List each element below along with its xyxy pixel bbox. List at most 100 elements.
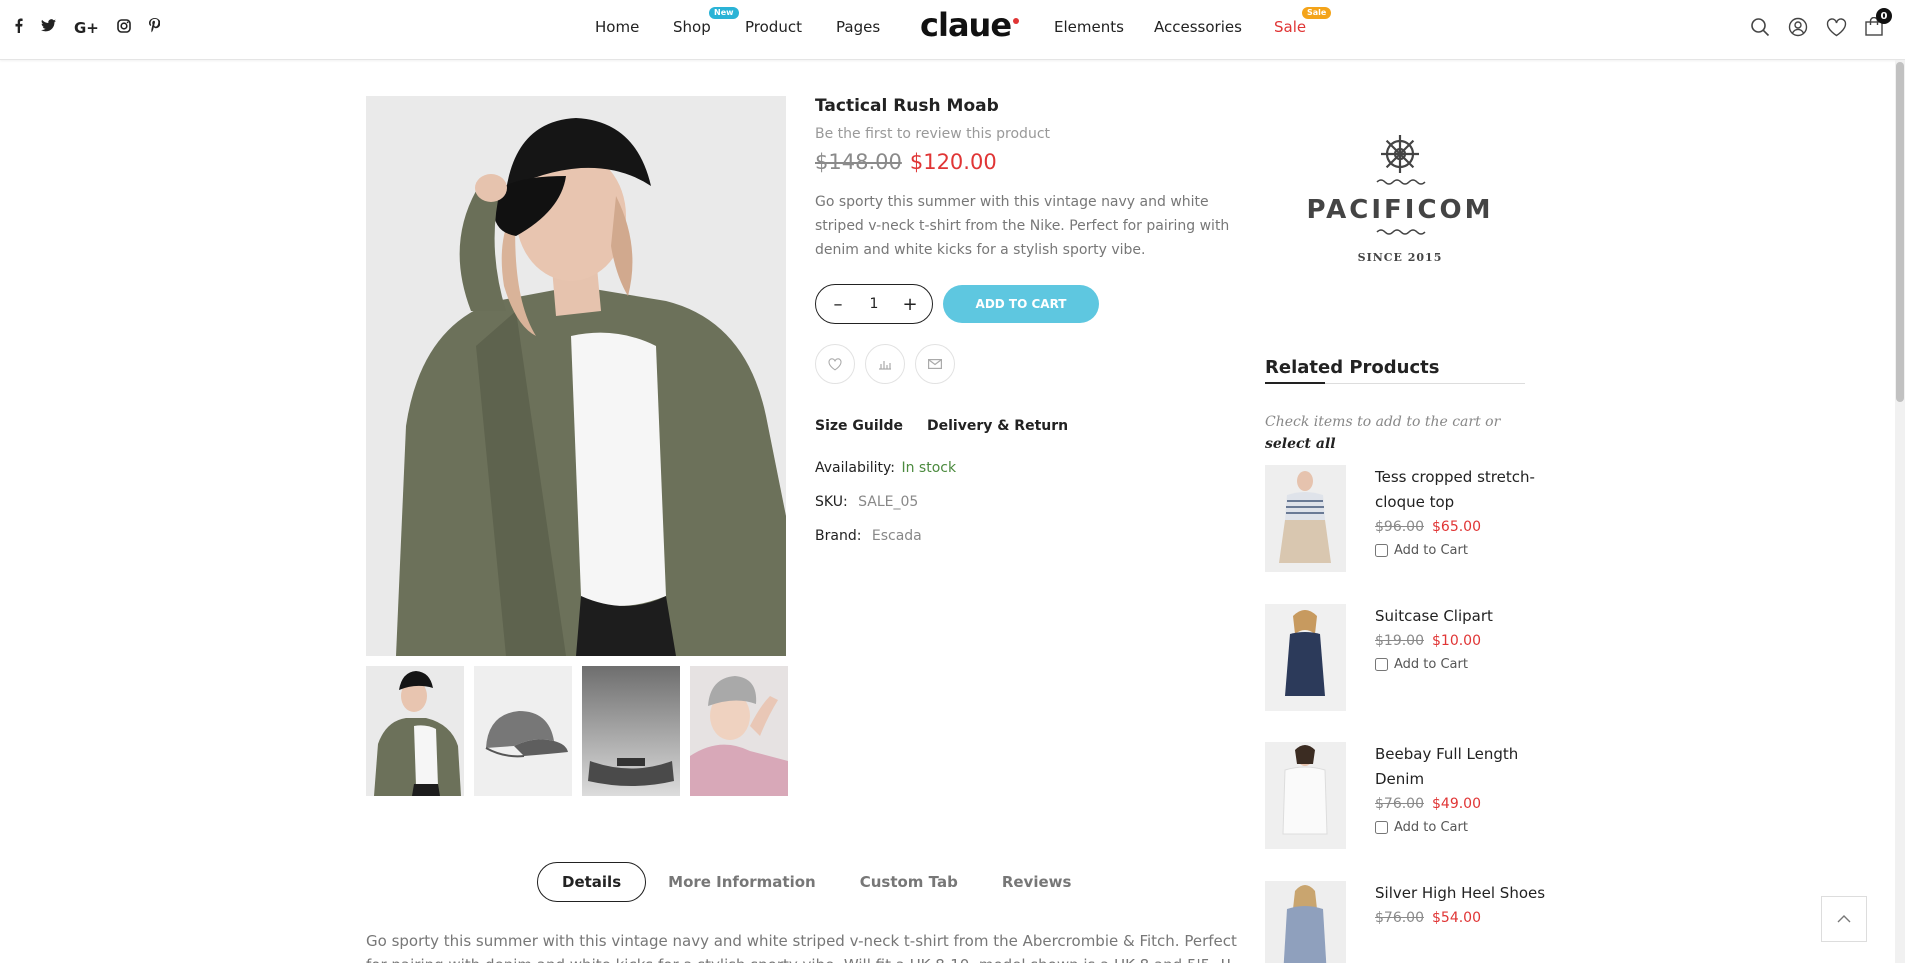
- related-item-price: $76.00 $54.00: [1375, 910, 1555, 926]
- related-item-new-price: $49.00: [1432, 796, 1481, 812]
- decrease-quantity-button[interactable]: –: [830, 294, 846, 315]
- related-item-checkbox[interactable]: [1375, 821, 1388, 834]
- related-item-old-price: $76.00: [1375, 910, 1424, 926]
- compare-button[interactable]: [865, 344, 905, 384]
- product-main-image[interactable]: [366, 96, 786, 656]
- nav-sale[interactable]: Sale Sale: [1274, 7, 1332, 36]
- buy-row: – + ADD TO CART: [815, 284, 1235, 324]
- related-item-image[interactable]: [1265, 881, 1346, 963]
- product-meta: Availability: In stock SKU: SALE_05 Bran…: [815, 460, 1235, 562]
- related-item-add[interactable]: Add to Cart: [1375, 543, 1555, 558]
- product-prices: $148.00 $120.00: [815, 150, 1235, 174]
- add-to-cart-button[interactable]: ADD TO CART: [943, 285, 1099, 323]
- product-actions: [815, 344, 1235, 384]
- thumbnail-3[interactable]: [582, 666, 680, 796]
- nav-shop[interactable]: Shop New: [673, 7, 739, 36]
- email-button[interactable]: [915, 344, 955, 384]
- nav-shop-label: Shop: [673, 18, 711, 36]
- new-badge: New: [709, 7, 739, 19]
- envelope-icon: [928, 359, 942, 369]
- size-guide-link[interactable]: Size Guilde: [815, 418, 903, 434]
- tab-details[interactable]: Details: [537, 862, 647, 902]
- search-icon[interactable]: [1749, 16, 1771, 38]
- brand-value[interactable]: Escada: [872, 528, 922, 544]
- scrollbar-thumb[interactable]: [1896, 62, 1904, 402]
- related-item-body: Tess cropped stretch-cloque top $96.00 $…: [1375, 465, 1555, 558]
- related-item-checkbox[interactable]: [1375, 544, 1388, 557]
- nav-pages[interactable]: Pages: [836, 18, 880, 36]
- bar-chart-icon: [879, 361, 891, 370]
- related-item-name[interactable]: Suitcase Clipart: [1375, 604, 1555, 629]
- related-item-image[interactable]: [1265, 465, 1346, 572]
- select-all-link[interactable]: select all: [1265, 436, 1336, 452]
- related-products-title: Related Products: [1265, 357, 1440, 378]
- nav-accessories[interactable]: Accessories: [1154, 18, 1242, 36]
- product-title: Tactical Rush Moab: [815, 96, 999, 116]
- product-description: Go sporty this summer with this vintage …: [815, 194, 1230, 258]
- related-item-price: $96.00 $65.00: [1375, 519, 1555, 535]
- related-item-add-label: Add to Cart: [1394, 543, 1468, 558]
- related-item-body: Suitcase Clipart $19.00 $10.00 Add to Ca…: [1375, 604, 1555, 672]
- delivery-return-link[interactable]: Delivery & Return: [927, 418, 1068, 434]
- brand-logo-name: PACIFICOM: [1306, 195, 1493, 225]
- tab-more-information[interactable]: More Information: [646, 862, 838, 902]
- related-item-body: Silver High Heel Shoes $76.00 $54.00: [1375, 881, 1555, 926]
- product-tabs: Details More Information Custom Tab Revi…: [537, 862, 1093, 902]
- related-title-underline: [1265, 382, 1325, 384]
- availability-value: In stock: [901, 460, 957, 476]
- site-header: G+ Home Shop New Product Pages Elements …: [0, 0, 1905, 60]
- thumbnail-2[interactable]: [474, 666, 572, 796]
- related-item-new-price: $54.00: [1432, 910, 1481, 926]
- site-logo[interactable]: claue: [920, 6, 1020, 44]
- brand-logo[interactable]: PACIFICOM SINCE 2015: [1265, 126, 1535, 276]
- sale-badge: Sale: [1302, 7, 1332, 19]
- sku-label: SKU:: [815, 494, 848, 510]
- related-item-price: $19.00 $10.00: [1375, 633, 1555, 649]
- nav-product[interactable]: Product: [745, 18, 802, 36]
- related-item-add[interactable]: Add to Cart: [1375, 657, 1555, 672]
- thumbnail-1[interactable]: [366, 666, 464, 796]
- tab-custom[interactable]: Custom Tab: [838, 862, 980, 902]
- nav-sale-label: Sale: [1274, 18, 1307, 36]
- related-item-new-price: $65.00: [1432, 519, 1481, 535]
- related-item-price: $76.00 $49.00: [1375, 796, 1555, 812]
- related-item-old-price: $96.00: [1375, 519, 1424, 535]
- brand-logo-since: SINCE 2015: [1358, 251, 1443, 264]
- tab-reviews[interactable]: Reviews: [980, 862, 1094, 902]
- review-link[interactable]: Be the first to review this product: [815, 126, 1235, 142]
- wishlist-icon[interactable]: [1825, 16, 1847, 38]
- chevron-up-icon: [1837, 915, 1851, 923]
- related-item-add-label: Add to Cart: [1394, 820, 1468, 835]
- related-item-checkbox[interactable]: [1375, 658, 1388, 671]
- related-item-image[interactable]: [1265, 604, 1346, 711]
- product-info: Tactical Rush Moab Be the first to revie…: [815, 96, 1235, 562]
- increase-quantity-button[interactable]: +: [902, 294, 918, 315]
- quantity-input[interactable]: [854, 296, 894, 312]
- related-item-old-price: $76.00: [1375, 796, 1424, 812]
- cart-count-badge: 0: [1876, 8, 1892, 24]
- sale-price: $120.00: [909, 150, 997, 174]
- thumbnail-4[interactable]: [690, 666, 788, 796]
- nav-home[interactable]: Home: [595, 18, 639, 36]
- related-item-name[interactable]: Tess cropped stretch-cloque top: [1375, 465, 1555, 515]
- product-thumbnails: [366, 666, 788, 796]
- related-hint: Check items to add to the cart or select…: [1265, 411, 1525, 455]
- logo-dot: [1013, 18, 1020, 24]
- related-item-name[interactable]: Beebay Full Length Denim: [1375, 742, 1555, 792]
- sku-row: SKU: SALE_05: [815, 494, 1235, 528]
- back-to-top-button[interactable]: [1821, 896, 1867, 942]
- old-price: $148.00: [815, 150, 902, 174]
- cart-icon[interactable]: 0: [1863, 8, 1892, 38]
- wishlist-button[interactable]: [815, 344, 855, 384]
- account-icon[interactable]: [1787, 16, 1809, 38]
- brand-row: Brand: Escada: [815, 528, 1235, 562]
- availability-label: Availability:: [815, 460, 896, 476]
- related-item-old-price: $19.00: [1375, 633, 1424, 649]
- tab-content: Go sporty this summer with this vintage …: [366, 932, 1237, 963]
- nav-elements[interactable]: Elements: [1054, 18, 1124, 36]
- related-item-image[interactable]: [1265, 742, 1346, 849]
- header-actions: 0: [1749, 8, 1892, 38]
- related-item-body: Beebay Full Length Denim $76.00 $49.00 A…: [1375, 742, 1555, 835]
- related-item-add[interactable]: Add to Cart: [1375, 820, 1555, 835]
- related-item-name[interactable]: Silver High Heel Shoes: [1375, 881, 1555, 906]
